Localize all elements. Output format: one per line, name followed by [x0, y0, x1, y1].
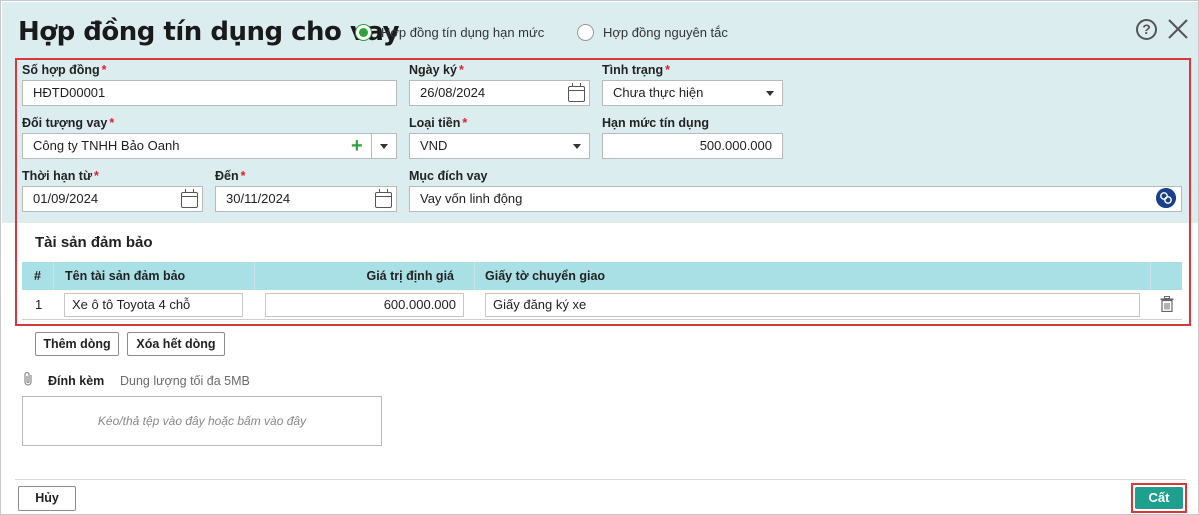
- attachment-size-hint: Dung lượng tối đa 5MB: [120, 374, 250, 388]
- paperclip-icon: [24, 371, 32, 386]
- radio-label: Hợp đồng nguyên tắc: [603, 24, 728, 40]
- close-icon[interactable]: [1166, 17, 1190, 41]
- file-drop-zone[interactable]: Kéo/thả tệp vào đây hoặc bấm vào đây: [22, 396, 382, 446]
- radio-label: Hợp đồng tín dụng hạn mức: [381, 24, 545, 40]
- save-button[interactable]: Cất: [1135, 487, 1183, 509]
- radio-credit-limit-contract[interactable]: Hợp đồng tín dụng hạn mức: [355, 23, 544, 41]
- help-icon[interactable]: ?: [1136, 19, 1157, 40]
- radio-checked-icon[interactable]: [355, 23, 372, 41]
- dialog-title: Hợp đồng tín dụng cho vay: [18, 17, 400, 47]
- cancel-button[interactable]: Hủy: [18, 486, 76, 511]
- highlight-frame: [15, 58, 1191, 326]
- footer-divider: [15, 479, 1186, 480]
- save-button-highlight: Cất: [1131, 483, 1187, 513]
- clear-rows-button[interactable]: Xóa hết dòng: [127, 332, 225, 356]
- radio-unchecked-icon[interactable]: [577, 23, 594, 41]
- radio-principle-contract[interactable]: Hợp đồng nguyên tắc: [577, 23, 728, 41]
- loan-contract-dialog: Hợp đồng tín dụng cho vay Hợp đồng tín d…: [0, 0, 1199, 515]
- attachment-label: Đính kèm: [48, 374, 105, 388]
- add-row-button[interactable]: Thêm dòng: [35, 332, 119, 356]
